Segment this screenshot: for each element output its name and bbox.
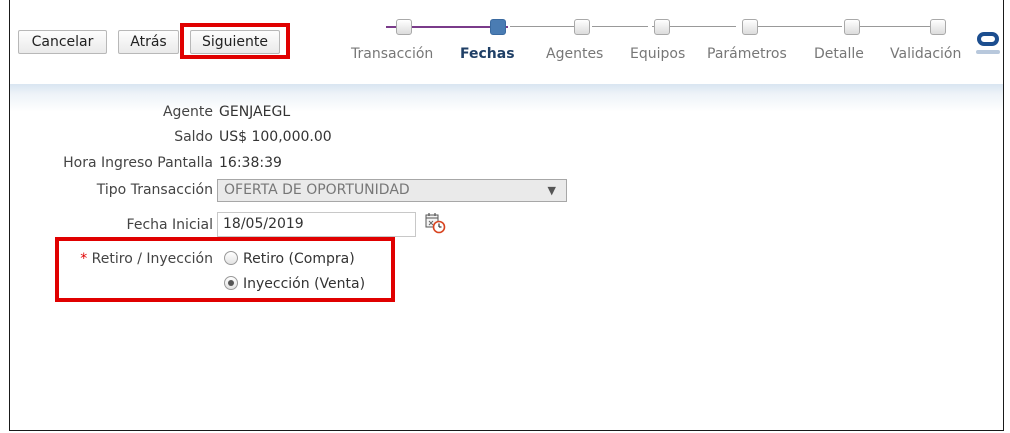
train-stop-parametros[interactable] xyxy=(742,19,758,35)
transaction-type-label: Tipo Transacción xyxy=(96,182,213,198)
toolbar: Cancelar Atrás Siguiente Transacción Fec… xyxy=(10,0,1003,84)
start-date-input[interactable]: 18/05/2019 xyxy=(217,212,416,237)
train-label-agentes[interactable]: Agentes xyxy=(546,46,603,62)
train-stop-equipos[interactable] xyxy=(654,19,670,35)
calendar-clock-icon[interactable] xyxy=(424,212,446,234)
oracle-logo-icon xyxy=(977,32,999,46)
train-label-validacion[interactable]: Validación xyxy=(890,46,961,62)
train-label-fechas[interactable]: Fechas xyxy=(460,46,515,62)
train-label-parametros[interactable]: Parámetros xyxy=(707,46,787,62)
train-connector xyxy=(592,26,648,27)
wizard-train: Transacción Fechas Agentes Equipos Parám… xyxy=(340,14,980,64)
dropdown-arrow-icon[interactable]: ▼ xyxy=(548,180,556,201)
balance-value: US$ 100,000.00 xyxy=(219,129,332,145)
entry-time-label: Hora Ingreso Pantalla xyxy=(63,155,213,171)
transaction-type-select[interactable]: OFERTA DE OPORTUNIDAD ▼ xyxy=(217,179,567,202)
train-stop-validacion[interactable] xyxy=(930,19,946,35)
next-button-highlight xyxy=(180,23,290,59)
logo-shadow xyxy=(976,50,1000,54)
start-date-label: Fecha Inicial xyxy=(126,217,213,233)
back-button[interactable]: Atrás xyxy=(118,30,179,54)
train-label-equipos[interactable]: Equipos xyxy=(630,46,685,62)
entry-time-value: 16:38:39 xyxy=(219,155,282,171)
balance-label: Saldo xyxy=(174,129,213,145)
app-frame: Cancelar Atrás Siguiente Transacción Fec… xyxy=(9,0,1004,431)
transaction-type-value: OFERTA DE OPORTUNIDAD xyxy=(224,182,410,198)
train-label-detalle[interactable]: Detalle xyxy=(814,46,864,62)
train-stop-agentes[interactable] xyxy=(574,19,590,35)
train-stop-transaccion[interactable] xyxy=(396,19,412,35)
train-connector xyxy=(847,26,935,27)
radio-group-highlight xyxy=(55,237,395,302)
train-stop-fechas[interactable] xyxy=(490,19,506,35)
cancel-button[interactable]: Cancelar xyxy=(18,30,107,54)
agent-value: GENJAEGL xyxy=(219,104,291,120)
train-label-transaccion[interactable]: Transacción xyxy=(351,46,433,62)
agent-label: Agente xyxy=(162,104,213,120)
train-stop-detalle[interactable] xyxy=(844,19,860,35)
